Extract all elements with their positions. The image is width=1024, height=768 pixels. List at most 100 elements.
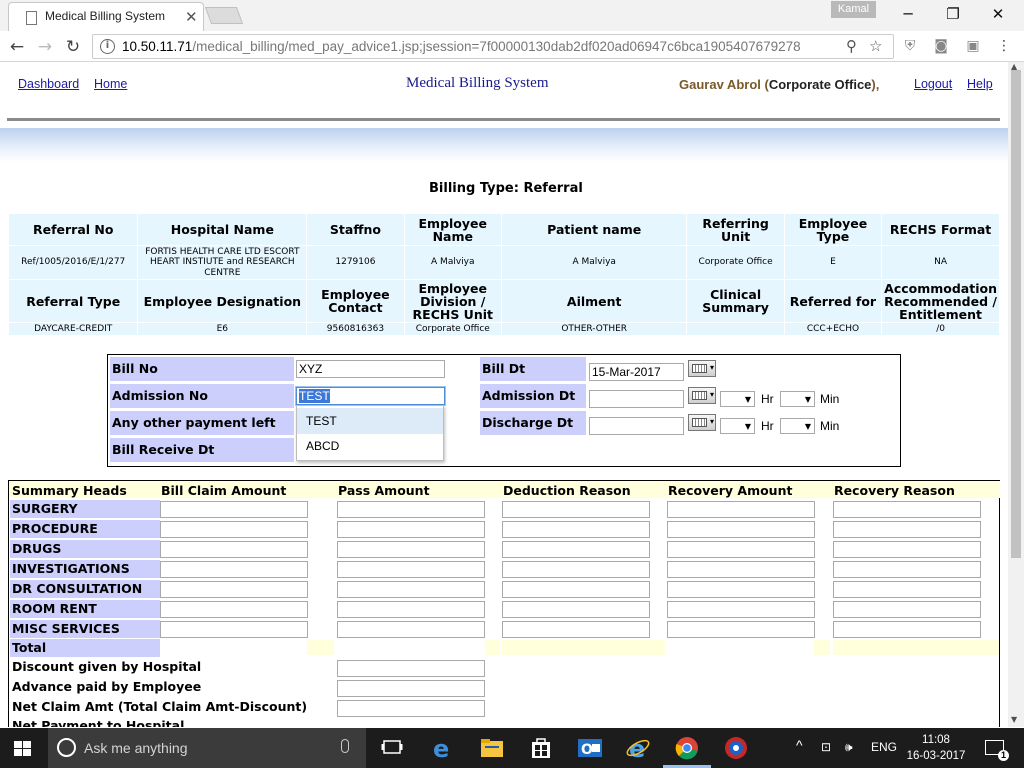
new-tab-button[interactable] [204,7,244,24]
deduction-reason-input[interactable] [502,501,650,518]
header-cell: Patient name [500,213,688,246]
chrome-icon[interactable] [675,736,699,760]
admission-no-input[interactable]: TEST [296,387,445,405]
pass-amount-input[interactable] [337,581,485,598]
recovery-reason-input[interactable] [833,561,981,578]
bill-claim-input[interactable] [160,601,308,618]
address-bar[interactable]: i 10.50.11.71/medical_billing/med_pay_ad… [92,34,894,59]
app-icon[interactable] [724,736,748,760]
dashboard-link[interactable]: Dashboard [18,77,79,91]
action-center-icon[interactable]: 1 [985,740,1009,761]
back-icon[interactable]: ← [6,36,28,58]
url-text[interactable]: 10.50.11.71/medical_billing/med_pay_advi… [122,39,801,54]
help-link[interactable]: Help [967,77,993,91]
bill-claim-input[interactable] [160,521,308,538]
bill-claim-input[interactable] [160,501,308,518]
taskbar-search-box[interactable]: Ask me anything [48,728,366,768]
discharge-hour-select[interactable]: ▼ [720,418,755,434]
bill-dt-input[interactable]: 15-Mar-2017 [589,363,684,381]
net-payment-label: Net Payment to Hospital [12,718,185,727]
advance-input[interactable] [337,680,485,697]
scroll-down-icon[interactable]: ▼ [1011,715,1017,724]
task-view-icon[interactable] [381,736,405,760]
language-indicator[interactable]: ENG [871,740,897,754]
recovery-reason-input[interactable] [833,541,981,558]
page-scrollbar[interactable]: ▲ ▼ [1008,62,1024,727]
recovery-amount-input[interactable] [667,521,815,538]
zoom-icon[interactable]: ⚲ [846,37,857,55]
recovery-amount-input[interactable] [667,561,815,578]
calendar-icon[interactable]: ▾ [688,387,716,404]
calendar-icon[interactable]: ▾ [688,360,716,377]
admission-hour-select[interactable]: ▼ [720,391,755,407]
admission-minute-select[interactable]: ▼ [780,391,815,407]
site-info-icon[interactable]: i [100,39,115,54]
taskbar-clock[interactable]: 11:08 16-03-2017 [906,732,966,764]
pass-amount-input[interactable] [337,621,485,638]
net-claim-input[interactable] [337,700,485,717]
pass-amount-input[interactable] [337,601,485,618]
close-window-icon[interactable]: ✕ [986,4,1010,24]
pass-amount-input[interactable] [337,541,485,558]
bookmark-star-icon[interactable]: ☆ [869,37,882,55]
recovery-reason-input[interactable] [833,621,981,638]
shield-extension-icon[interactable]: ⛨ [901,38,919,55]
recovery-amount-input[interactable] [667,541,815,558]
autocomplete-option[interactable]: ABCD [297,433,443,459]
outlook-icon[interactable]: O [578,736,602,760]
deduction-reason-input[interactable] [502,621,650,638]
bill-claim-input[interactable] [160,581,308,598]
pass-amount-input[interactable] [337,521,485,538]
scrollbar-thumb[interactable] [1011,70,1021,558]
menu-icon[interactable]: ⋮ [995,38,1013,55]
tab-close-icon[interactable]: ✕ [185,8,198,26]
recovery-amount-input[interactable] [667,601,815,618]
recovery-amount-input[interactable] [667,621,815,638]
recovery-amount-input[interactable] [667,581,815,598]
deduction-reason-input[interactable] [502,561,650,578]
bill-claim-input[interactable] [160,561,308,578]
referral-header-row-1: Referral No Hospital Name Staffno Employ… [7,213,1000,246]
network-icon[interactable]: ⊡ [821,740,831,754]
tray-expand-icon[interactable]: ^ [796,737,803,753]
logout-link[interactable]: Logout [914,77,952,91]
calendar-icon[interactable]: ▾ [688,414,716,431]
pass-amount-input[interactable] [337,501,485,518]
recovery-reason-input[interactable] [833,521,981,538]
reload-icon[interactable]: ↻ [62,36,84,58]
bill-claim-input[interactable] [160,621,308,638]
deduction-reason-input[interactable] [502,581,650,598]
deduction-reason-input[interactable] [502,601,650,618]
discharge-dt-input[interactable] [589,417,684,435]
recovery-reason-input[interactable] [833,601,981,618]
microphone-icon[interactable] [341,739,349,753]
windows-start-icon[interactable] [14,741,31,757]
pass-amount-input[interactable] [337,561,485,578]
bill-no-input[interactable]: XYZ [296,360,445,378]
store-icon[interactable] [529,736,553,760]
recovery-amount-input[interactable] [667,501,815,518]
maximize-icon[interactable]: ❐ [941,4,965,24]
deduction-reason-input[interactable] [502,521,650,538]
minimize-icon[interactable]: ─ [896,4,920,24]
camera-extension-icon[interactable]: ◙ [932,38,950,55]
discount-input[interactable] [337,660,485,677]
deduction-reason-input[interactable] [502,541,650,558]
recovery-reason-input[interactable] [833,581,981,598]
profile-button[interactable]: Kamal [831,1,876,18]
value-cell: Ref/1005/2016/E/1/277 [7,245,139,280]
bill-claim-input[interactable] [160,541,308,558]
forward-icon[interactable]: → [34,36,56,58]
internet-explorer-icon[interactable]: e [626,735,650,763]
volume-icon[interactable]: 🕪 [845,740,853,755]
admission-dt-input[interactable] [589,390,684,408]
home-link[interactable]: Home [94,77,127,91]
recovery-reason-input[interactable] [833,501,981,518]
browser-tab[interactable]: Medical Billing System ✕ [8,2,204,31]
edge-icon[interactable]: e [431,735,455,763]
screenshot-extension-icon[interactable]: ▣ [964,38,982,55]
autocomplete-option[interactable]: TEST [297,408,443,434]
file-explorer-icon[interactable] [480,736,504,760]
page-icon [26,11,37,25]
discharge-minute-select[interactable]: ▼ [780,418,815,434]
